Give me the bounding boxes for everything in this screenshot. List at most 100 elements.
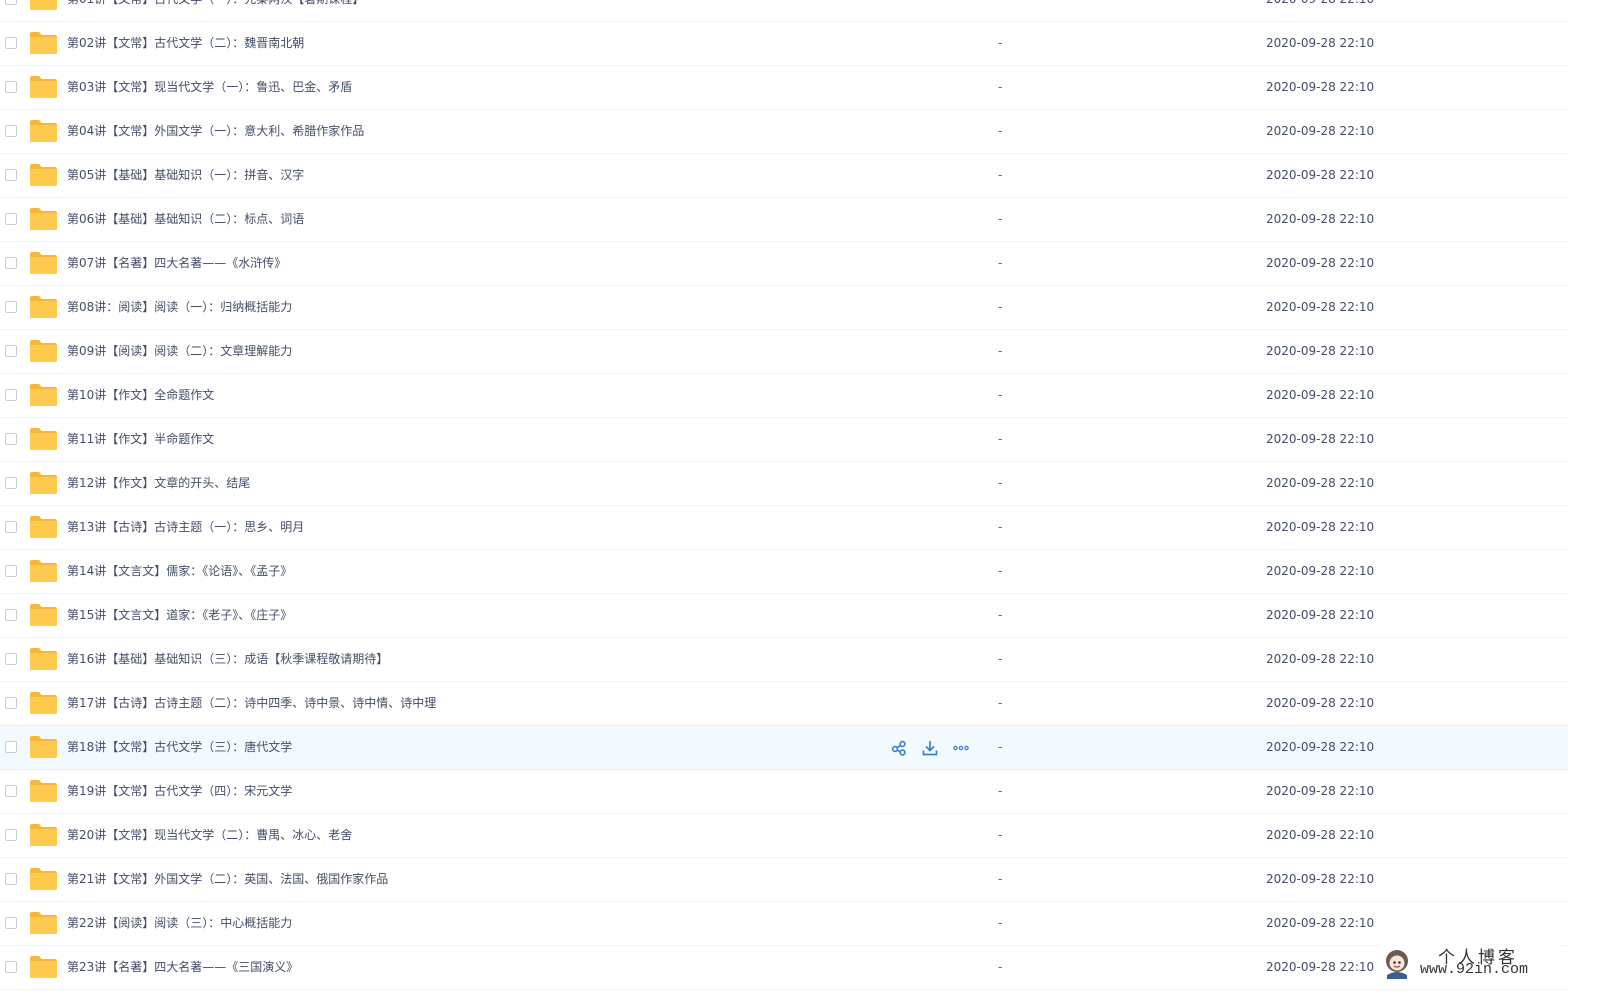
row-checkbox[interactable] [5, 521, 17, 533]
file-row[interactable]: 第15讲【文言文】道家：《老子》、《庄子》 - 2020-09-28 22:10 [0, 594, 1568, 638]
row-checkbox[interactable] [5, 917, 17, 929]
file-name[interactable]: 第15讲【文言文】道家：《老子》、《庄子》 [67, 594, 292, 637]
folder-icon[interactable] [30, 296, 57, 318]
row-checkbox[interactable] [5, 477, 17, 489]
file-row[interactable]: 第19讲【文常】古代文学（四）：宋元文学 - 2020-09-28 22:10 [0, 770, 1568, 814]
folder-icon[interactable] [30, 252, 57, 274]
file-row[interactable]: 第02讲【文常】古代文学（二）：魏晋南北朝 - 2020-09-28 22:10 [0, 22, 1568, 66]
file-name[interactable]: 第05讲【基础】基础知识（一）：拼音、汉字 [67, 154, 304, 197]
folder-icon[interactable] [30, 912, 57, 934]
file-row[interactable]: 第06讲【基础】基础知识（二）：标点、词语 - 2020-09-28 22:10 [0, 198, 1568, 242]
file-size: - [998, 608, 1003, 622]
folder-icon[interactable] [30, 76, 57, 98]
watermark: 个人博客 www.92in.com [1380, 943, 1560, 983]
file-name[interactable]: 第08讲：阅读】阅读（一）：归纳概括能力 [67, 286, 292, 329]
file-name[interactable]: 第14讲【文言文】儒家：《论语》、《孟子》 [67, 550, 292, 593]
file-row[interactable]: 第01讲【文常】古代文学（一）：先秦两汉【暑期课程】 - 2020-09-28 22… [0, 0, 1568, 22]
file-size: - [998, 916, 1003, 930]
row-checkbox[interactable] [5, 389, 17, 401]
row-checkbox[interactable] [5, 81, 17, 93]
download-icon[interactable] [922, 740, 938, 756]
file-name[interactable]: 第11讲【作文】半命题作文 [67, 418, 214, 461]
row-checkbox[interactable] [5, 433, 17, 445]
file-name[interactable]: 第06讲【基础】基础知识（二）：标点、词语 [67, 198, 304, 241]
file-row[interactable]: 第23讲【名著】四大名著——《三国演义》 - 2020-09-28 22:10 [0, 946, 1568, 990]
row-checkbox[interactable] [5, 697, 17, 709]
row-checkbox[interactable] [5, 0, 17, 5]
folder-icon[interactable] [30, 428, 57, 450]
file-name[interactable]: 第01讲【文常】古代文学（一）：先秦两汉【暑期课程】 [67, 0, 364, 21]
row-checkbox[interactable] [5, 257, 17, 269]
file-name[interactable]: 第09讲【阅读】阅读（二）：文章理解能力 [67, 330, 292, 373]
file-row[interactable]: 第07讲【名著】四大名著——《水浒传》 - 2020-09-28 22:10 [0, 242, 1568, 286]
folder-icon[interactable] [30, 956, 57, 978]
share-icon[interactable] [891, 740, 907, 756]
file-name[interactable]: 第04讲【文常】外国文学（一）：意大利、希腊作家作品 [67, 110, 364, 153]
folder-icon[interactable] [30, 384, 57, 406]
row-checkbox[interactable] [5, 741, 17, 753]
folder-icon[interactable] [30, 824, 57, 846]
file-name[interactable]: 第21讲【文常】外国文学（二）：英国、法国、俄国作家作品 [67, 858, 388, 901]
file-row[interactable]: 第13讲【古诗】古诗主题（一）：思乡、明月 - 2020-09-28 22:10 [0, 506, 1568, 550]
row-checkbox[interactable] [5, 37, 17, 49]
folder-icon[interactable] [30, 164, 57, 186]
folder-icon[interactable] [30, 0, 57, 10]
more-icon[interactable] [953, 740, 969, 756]
file-name[interactable]: 第13讲【古诗】古诗主题（一）：思乡、明月 [67, 506, 304, 549]
file-name[interactable]: 第10讲【作文】全命题作文 [67, 374, 214, 417]
row-checkbox[interactable] [5, 301, 17, 313]
row-checkbox[interactable] [5, 213, 17, 225]
file-row[interactable]: 第16讲【基础】基础知识（三）：成语【秋季课程敬请期待】 - 2020-09-28 … [0, 638, 1568, 682]
file-row[interactable]: 第08讲：阅读】阅读（一）：归纳概括能力 - 2020-09-28 22:10 [0, 286, 1568, 330]
folder-icon[interactable] [30, 780, 57, 802]
row-checkbox[interactable] [5, 829, 17, 841]
file-row[interactable]: 第10讲【作文】全命题作文 - 2020-09-28 22:10 [0, 374, 1568, 418]
file-name[interactable]: 第23讲【名著】四大名著——《三国演义》 [67, 946, 298, 989]
folder-icon[interactable] [30, 604, 57, 626]
row-checkbox[interactable] [5, 609, 17, 621]
folder-icon[interactable] [30, 692, 57, 714]
folder-icon[interactable] [30, 516, 57, 538]
folder-icon[interactable] [30, 736, 57, 758]
file-name[interactable]: 第02讲【文常】古代文学（二）：魏晋南北朝 [67, 22, 304, 65]
row-checkbox[interactable] [5, 653, 17, 665]
row-checkbox[interactable] [5, 785, 17, 797]
file-name[interactable]: 第18讲【文常】古代文学（三）：唐代文学 [67, 726, 292, 769]
folder-icon[interactable] [30, 340, 57, 362]
row-checkbox[interactable] [5, 345, 17, 357]
file-row[interactable]: 第21讲【文常】外国文学（二）：英国、法国、俄国作家作品 - 2020-09-28 … [0, 858, 1568, 902]
file-row[interactable]: 第18讲【文常】古代文学（三）：唐代文学 - 2020-09-28 22:10 [0, 725, 1568, 770]
row-checkbox[interactable] [5, 125, 17, 137]
file-name[interactable]: 第17讲【古诗】古诗主题（二）：诗中四季、诗中景、诗中情、诗中理 [67, 682, 436, 725]
file-name[interactable]: 第03讲【文常】现当代文学（一）：鲁迅、巴金、矛盾 [67, 66, 352, 109]
row-checkbox[interactable] [5, 169, 17, 181]
file-name[interactable]: 第16讲【基础】基础知识（三）：成语【秋季课程敬请期待】 [67, 638, 388, 681]
folder-icon[interactable] [30, 208, 57, 230]
file-row[interactable]: 第14讲【文言文】儒家：《论语》、《孟子》 - 2020-09-28 22:10 [0, 550, 1568, 594]
row-checkbox[interactable] [5, 961, 17, 973]
file-row[interactable]: 第04讲【文常】外国文学（一）：意大利、希腊作家作品 - 2020-09-28 22… [0, 110, 1568, 154]
folder-icon[interactable] [30, 120, 57, 142]
folder-icon[interactable] [30, 560, 57, 582]
row-checkbox[interactable] [5, 873, 17, 885]
file-size: - [998, 0, 1002, 21]
file-name[interactable]: 第12讲【作文】文章的开头、结尾 [67, 462, 250, 505]
folder-icon[interactable] [30, 32, 57, 54]
file-row[interactable]: 第11讲【作文】半命题作文 - 2020-09-28 22:10 [0, 418, 1568, 462]
file-row[interactable]: 第03讲【文常】现当代文学（一）：鲁迅、巴金、矛盾 - 2020-09-28 22:… [0, 66, 1568, 110]
file-row[interactable]: 第09讲【阅读】阅读（二）：文章理解能力 - 2020-09-28 22:10 [0, 330, 1568, 374]
row-checkbox[interactable] [5, 565, 17, 577]
file-row[interactable]: 第17讲【古诗】古诗主题（二）：诗中四季、诗中景、诗中情、诗中理 - 2020-09… [0, 682, 1568, 726]
folder-icon[interactable] [30, 648, 57, 670]
file-row[interactable]: 第05讲【基础】基础知识（一）：拼音、汉字 - 2020-09-28 22:10 [0, 154, 1568, 198]
file-row[interactable]: 第12讲【作文】文章的开头、结尾 - 2020-09-28 22:10 [0, 462, 1568, 506]
file-row[interactable]: 第20讲【文常】现当代文学（二）：曹禺、冰心、老舍 - 2020-09-28 22:… [0, 814, 1568, 858]
file-row[interactable]: 第22讲【阅读】阅读（三）：中心概括能力 - 2020-09-28 22:10 [0, 902, 1568, 946]
folder-icon[interactable] [30, 868, 57, 890]
folder-icon[interactable] [30, 472, 57, 494]
file-name[interactable]: 第19讲【文常】古代文学（四）：宋元文学 [67, 770, 292, 813]
file-name[interactable]: 第07讲【名著】四大名著——《水浒传》 [67, 242, 286, 285]
file-name[interactable]: 第20讲【文常】现当代文学（二）：曹禺、冰心、老舍 [67, 814, 352, 857]
file-size: - [998, 168, 1003, 182]
file-name[interactable]: 第22讲【阅读】阅读（三）：中心概括能力 [67, 902, 292, 945]
